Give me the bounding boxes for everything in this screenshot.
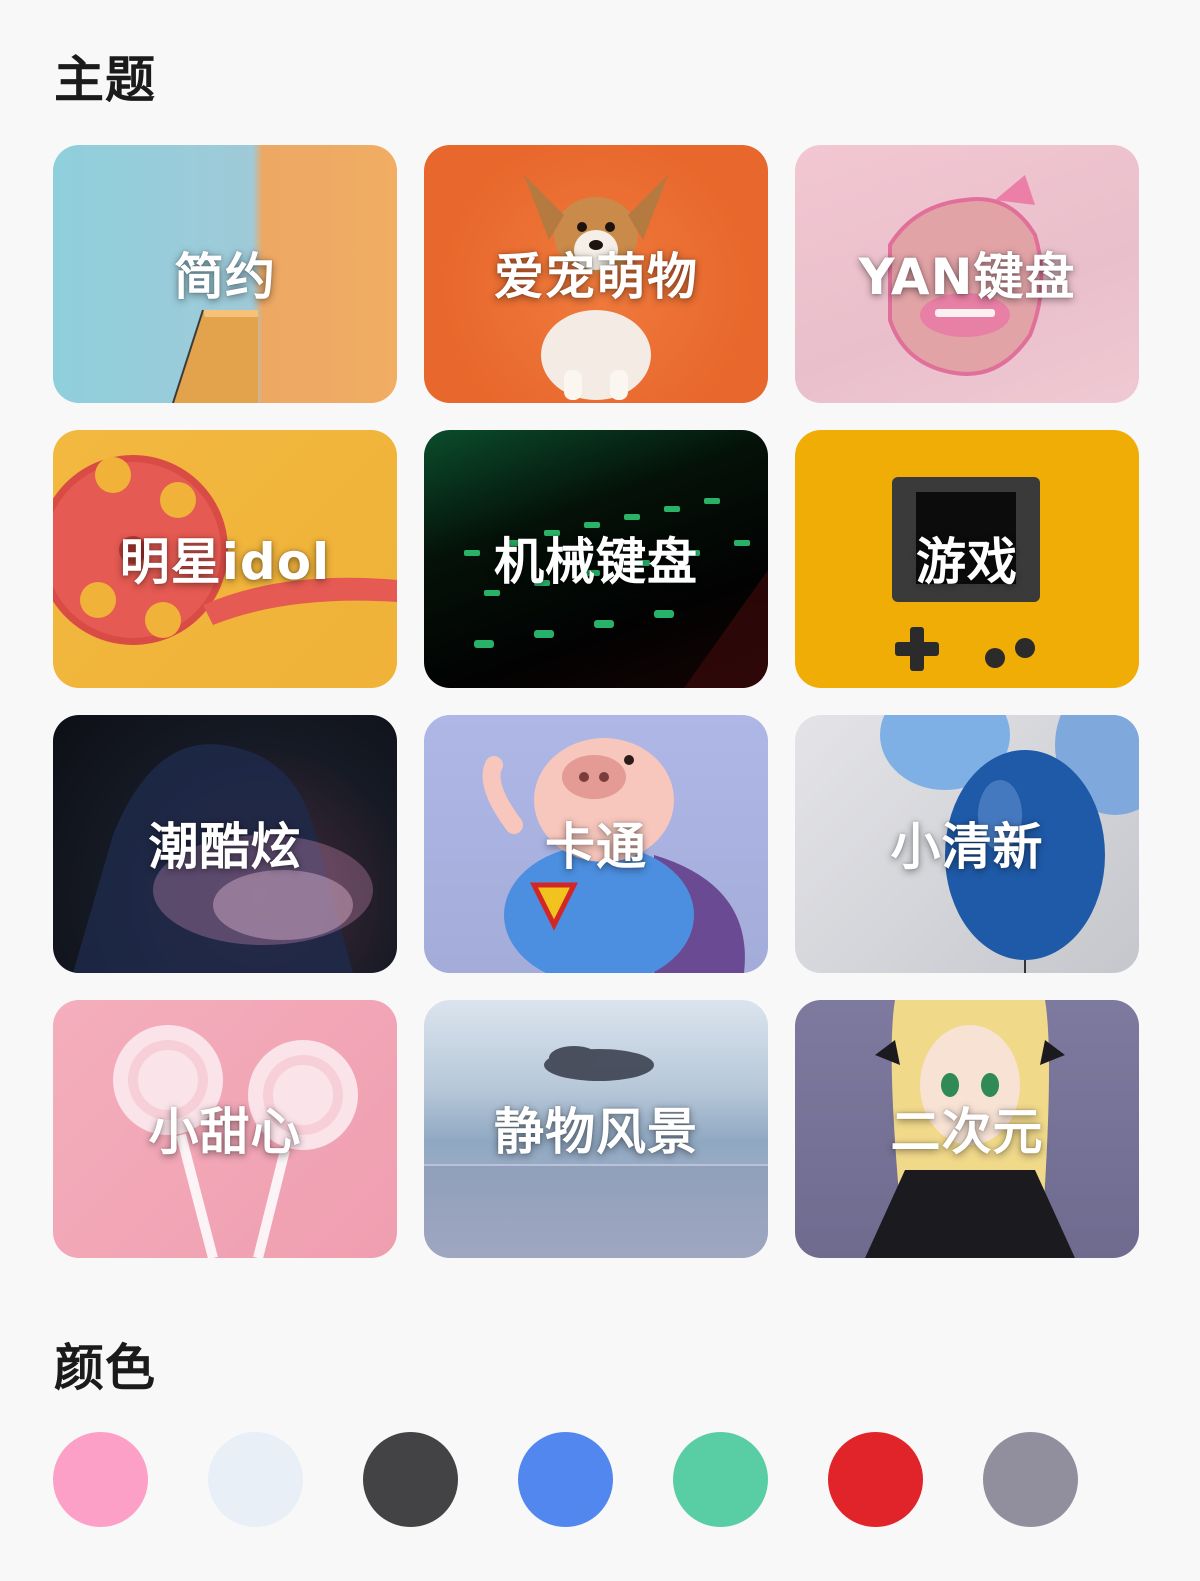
color-swatch-red[interactable] [828, 1432, 923, 1527]
theme-card-still-landscape[interactable]: 静物风景 [424, 1000, 768, 1258]
themes-section-title: 主题 [54, 51, 156, 109]
theme-card-games[interactable]: 游戏 [795, 430, 1139, 688]
theme-label: 静物风景 [494, 1103, 698, 1161]
theme-card-star-idol[interactable]: 明星idol [53, 430, 397, 688]
color-swatch-dark-gray[interactable] [363, 1432, 458, 1527]
theme-label: 简约 [174, 248, 276, 306]
color-swatch-pink[interactable] [53, 1432, 148, 1527]
theme-grid: 简约 爱宠萌物 YAN键盘 明星idol 机械键盘 游戏 潮酷炫 卡通 小清新 … [53, 145, 1147, 1258]
theme-card-pets[interactable]: 爱宠萌物 [424, 145, 768, 403]
theme-label: 小甜心 [148, 1103, 302, 1161]
theme-card-simple[interactable]: 简约 [53, 145, 397, 403]
color-swatch-row [53, 1432, 1078, 1527]
theme-label: 二次元 [890, 1103, 1044, 1161]
theme-card-mechanical-keyboard[interactable]: 机械键盘 [424, 430, 768, 688]
colors-section-title: 颜色 [54, 1339, 156, 1397]
color-swatch-green[interactable] [673, 1432, 768, 1527]
theme-label: YAN键盘 [858, 248, 1076, 306]
theme-card-sweetheart[interactable]: 小甜心 [53, 1000, 397, 1258]
theme-label: 卡通 [545, 818, 647, 876]
theme-label: 明星idol [119, 533, 331, 591]
theme-card-fresh[interactable]: 小清新 [795, 715, 1139, 973]
theme-label: 潮酷炫 [148, 818, 302, 876]
theme-card-trendy-cool[interactable]: 潮酷炫 [53, 715, 397, 973]
theme-label: 小清新 [890, 818, 1044, 876]
theme-card-anime[interactable]: 二次元 [795, 1000, 1139, 1258]
color-swatch-gray[interactable] [983, 1432, 1078, 1527]
color-swatch-light-gray[interactable] [208, 1432, 303, 1527]
theme-card-yan-keyboard[interactable]: YAN键盘 [795, 145, 1139, 403]
color-swatch-blue[interactable] [518, 1432, 613, 1527]
theme-card-cartoon[interactable]: 卡通 [424, 715, 768, 973]
theme-label: 机械键盘 [494, 533, 698, 591]
theme-label: 爱宠萌物 [494, 248, 698, 306]
theme-label: 游戏 [916, 533, 1018, 591]
